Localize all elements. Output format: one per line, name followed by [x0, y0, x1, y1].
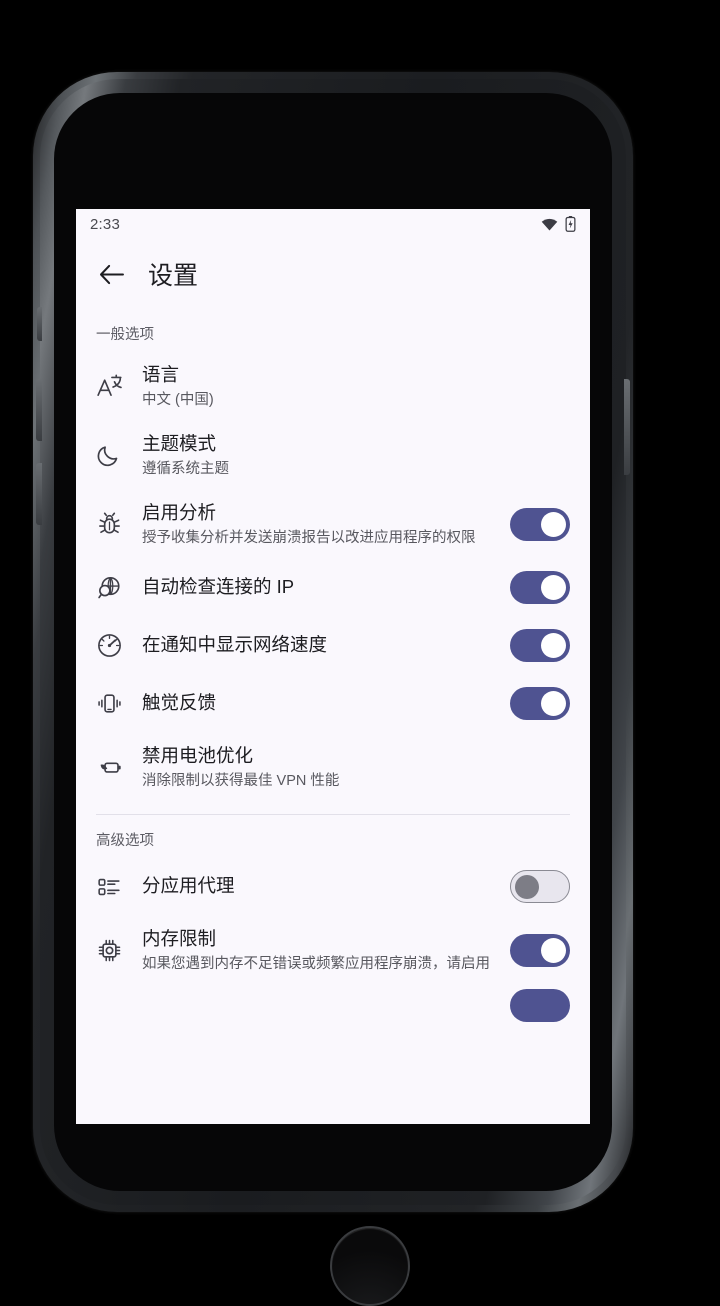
row-subtitle: 授予收集分析并发送崩溃报告以改进应用程序的权限 [142, 529, 476, 546]
volume-up-button[interactable] [36, 379, 42, 441]
power-button[interactable] [624, 379, 630, 475]
row-subtitle: 中文 (中国) [142, 391, 214, 408]
moon-icon [96, 442, 142, 468]
settings-row-theme-mode[interactable]: 主题模式 遵循系统主题 [76, 421, 590, 490]
toggle-memory-limit[interactable] [510, 933, 570, 967]
home-button[interactable] [330, 1226, 410, 1306]
settings-row-text: 在通知中显示网络速度 [142, 633, 510, 658]
back-arrow-icon[interactable] [96, 259, 126, 289]
bug-icon [96, 511, 142, 538]
row-title: 自动检查连接的 IP [142, 576, 295, 598]
row-title: 主题模式 [142, 432, 217, 454]
row-title: 在通知中显示网络速度 [142, 634, 328, 656]
settings-row-text: 主题模式 遵循系统主题 [142, 432, 570, 479]
speedometer-icon [96, 632, 142, 659]
row-title: 内存限制 [142, 927, 217, 949]
volume-down-button[interactable] [36, 463, 42, 525]
toggle-haptic-feedback[interactable] [510, 687, 570, 721]
section-advanced: 高级选项 分应用代理 内存限制 如果您遇到内存不足错误或频繁应用程序崩溃，请启用 [76, 815, 590, 1022]
row-title: 分应用代理 [142, 875, 235, 897]
app-screen: 2:33 设置 一般选项 语言 中文 (中国) 主题模式 遵循系统主题 启用分析… [76, 209, 590, 1124]
toggle-enable-analytics[interactable] [510, 507, 570, 541]
toggle-per-app-proxy[interactable] [510, 870, 570, 904]
toggle-partial-next[interactable] [510, 988, 570, 1022]
settings-row-show-network-speed[interactable]: 在通知中显示网络速度 [76, 617, 590, 675]
settings-row-auto-check-ip[interactable]: 自动检查连接的 IP [76, 559, 590, 617]
row-title: 禁用电池优化 [142, 744, 254, 766]
settings-row-memory-limit[interactable]: 内存限制 如果您遇到内存不足错误或频繁应用程序崩溃，请启用 [76, 916, 590, 985]
memory-chip-icon [96, 937, 142, 964]
settings-row-per-app-proxy[interactable]: 分应用代理 [76, 858, 590, 916]
settings-row-language[interactable]: 语言 中文 (中国) [76, 352, 590, 421]
settings-row-text: 自动检查连接的 IP [142, 575, 510, 600]
row-title: 启用分析 [142, 501, 217, 523]
battery-leaf-icon [96, 754, 142, 781]
row-subtitle: 遵循系统主题 [142, 460, 229, 477]
settings-row-haptic-feedback[interactable]: 触觉反馈 [76, 675, 590, 733]
translate-icon [96, 373, 142, 400]
settings-row-text: 触觉反馈 [142, 691, 510, 716]
app-bar: 设置 [76, 239, 590, 309]
wifi-icon [541, 218, 558, 231]
settings-row-enable-analytics[interactable]: 启用分析 授予收集分析并发送崩溃报告以改进应用程序的权限 [76, 490, 590, 559]
status-bar: 2:33 [76, 209, 590, 239]
settings-row-text: 禁用电池优化 消除限制以获得最佳 VPN 性能 [142, 744, 570, 791]
row-title: 触觉反馈 [142, 692, 217, 714]
status-bar-time: 2:33 [90, 215, 120, 233]
settings-row-text: 启用分析 授予收集分析并发送崩溃报告以改进应用程序的权限 [142, 501, 510, 548]
section-header-advanced: 高级选项 [96, 832, 154, 849]
settings-row-text: 语言 中文 (中国) [142, 363, 570, 410]
settings-row-text: 分应用代理 [142, 874, 510, 899]
row-subtitle: 如果您遇到内存不足错误或频繁应用程序崩溃，请启用 [142, 955, 490, 972]
settings-row-disable-battery-optimization[interactable]: 禁用电池优化 消除限制以获得最佳 VPN 性能 [76, 733, 590, 802]
globe-search-icon [96, 574, 142, 601]
section-general: 一般选项 语言 中文 (中国) 主题模式 遵循系统主题 启用分析 授予收集分析并… [76, 309, 590, 802]
settings-row-text: 内存限制 如果您遇到内存不足错误或频繁应用程序崩溃，请启用 [142, 927, 510, 974]
page-title: 设置 [148, 262, 199, 290]
settings-row-partial[interactable] [76, 985, 590, 1022]
toggle-show-network-speed[interactable] [510, 629, 570, 663]
status-bar-icons [541, 216, 576, 232]
vibration-icon [96, 690, 142, 717]
silent-switch-button[interactable] [37, 307, 42, 341]
app-list-icon [96, 874, 142, 900]
battery-charging-icon [565, 216, 576, 232]
toggle-auto-check-ip[interactable] [510, 571, 570, 605]
section-header-general: 一般选项 [96, 327, 154, 343]
row-subtitle: 消除限制以获得最佳 VPN 性能 [142, 772, 340, 789]
row-title: 语言 [142, 364, 180, 385]
